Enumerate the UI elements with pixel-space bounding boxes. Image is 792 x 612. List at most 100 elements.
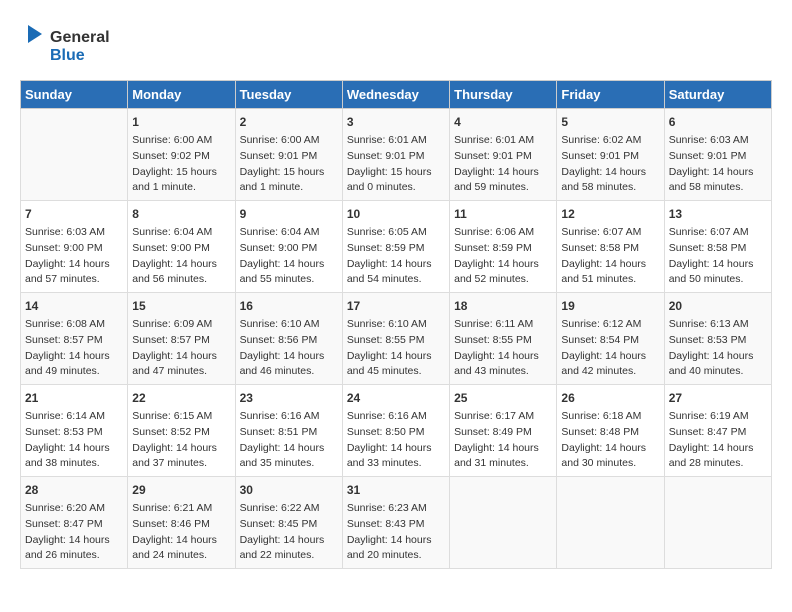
calendar-cell: [21, 109, 128, 201]
days-header-row: SundayMondayTuesdayWednesdayThursdayFrid…: [21, 81, 772, 109]
week-row-3: 14 Sunrise: 6:08 AMSunset: 8:57 PMDayligh…: [21, 293, 772, 385]
calendar-cell: 17 Sunrise: 6:10 AMSunset: 8:55 PMDayligh…: [342, 293, 449, 385]
day-number: 5: [561, 113, 659, 131]
day-number: 4: [454, 113, 552, 131]
day-number: 19: [561, 297, 659, 315]
calendar-cell: 15 Sunrise: 6:09 AMSunset: 8:57 PMDayligh…: [128, 293, 235, 385]
day-info: Sunrise: 6:12 AMSunset: 8:54 PMDaylight:…: [561, 317, 659, 380]
day-info: Sunrise: 6:03 AMSunset: 9:00 PMDaylight:…: [25, 225, 123, 288]
day-info: Sunrise: 6:16 AMSunset: 8:51 PMDaylight:…: [240, 409, 338, 472]
day-header-thursday: Thursday: [450, 81, 557, 109]
day-number: 24: [347, 389, 445, 407]
calendar-cell: [557, 477, 664, 569]
day-header-wednesday: Wednesday: [342, 81, 449, 109]
day-number: 15: [132, 297, 230, 315]
calendar-cell: 10 Sunrise: 6:05 AMSunset: 8:59 PMDayligh…: [342, 201, 449, 293]
day-number: 29: [132, 481, 230, 499]
day-info: Sunrise: 6:15 AMSunset: 8:52 PMDaylight:…: [132, 409, 230, 472]
day-info: Sunrise: 6:13 AMSunset: 8:53 PMDaylight:…: [669, 317, 767, 380]
day-info: Sunrise: 6:19 AMSunset: 8:47 PMDaylight:…: [669, 409, 767, 472]
day-number: 25: [454, 389, 552, 407]
day-info: Sunrise: 6:10 AMSunset: 8:55 PMDaylight:…: [347, 317, 445, 380]
day-number: 14: [25, 297, 123, 315]
calendar-cell: 16Sunrise: 6:10 AMSunset: 8:56 PMDayligh…: [235, 293, 342, 385]
calendar-cell: 18 Sunrise: 6:11 AMSunset: 8:55 PMDayligh…: [450, 293, 557, 385]
day-header-tuesday: Tuesday: [235, 81, 342, 109]
calendar-cell: 5 Sunrise: 6:02 AMSunset: 9:01 PMDaylight…: [557, 109, 664, 201]
day-number: 27: [669, 389, 767, 407]
calendar-cell: 29Sunrise: 6:21 AMSunset: 8:46 PMDayligh…: [128, 477, 235, 569]
calendar-cell: 25 Sunrise: 6:17 AMSunset: 8:49 PMDayligh…: [450, 385, 557, 477]
calendar-cell: 20Sunrise: 6:13 AMSunset: 8:53 PMDayligh…: [664, 293, 771, 385]
day-number: 28: [25, 481, 123, 499]
day-number: 1: [132, 113, 230, 131]
day-number: 30: [240, 481, 338, 499]
day-info: Sunrise: 6:09 AMSunset: 8:57 PMDaylight:…: [132, 317, 230, 380]
logo: GeneralBlue: [20, 20, 140, 70]
calendar-cell: 9Sunrise: 6:04 AMSunset: 9:00 PMDaylight…: [235, 201, 342, 293]
calendar-cell: [664, 477, 771, 569]
day-number: 13: [669, 205, 767, 223]
calendar-cell: 8 Sunrise: 6:04 AMSunset: 9:00 PMDaylight…: [128, 201, 235, 293]
calendar-cell: 22 Sunrise: 6:15 AMSunset: 8:52 PMDayligh…: [128, 385, 235, 477]
day-info: Sunrise: 6:11 AMSunset: 8:55 PMDaylight:…: [454, 317, 552, 380]
day-info: Sunrise: 6:17 AMSunset: 8:49 PMDaylight:…: [454, 409, 552, 472]
calendar-cell: 6 Sunrise: 6:03 AMSunset: 9:01 PMDaylight…: [664, 109, 771, 201]
day-info: Sunrise: 6:05 AMSunset: 8:59 PMDaylight:…: [347, 225, 445, 288]
day-number: 12: [561, 205, 659, 223]
calendar-table: SundayMondayTuesdayWednesdayThursdayFrid…: [20, 80, 772, 569]
day-info: Sunrise: 6:00 AMSunset: 9:02 PMDaylight:…: [132, 133, 230, 196]
day-info: Sunrise: 6:16 AMSunset: 8:50 PMDaylight:…: [347, 409, 445, 472]
logo-svg: GeneralBlue: [20, 20, 140, 70]
calendar-cell: 31 Sunrise: 6:23 AMSunset: 8:43 PMDayligh…: [342, 477, 449, 569]
day-number: 2: [240, 113, 338, 131]
calendar-cell: 7 Sunrise: 6:03 AMSunset: 9:00 PMDaylight…: [21, 201, 128, 293]
day-info: Sunrise: 6:08 AMSunset: 8:57 PMDaylight:…: [25, 317, 123, 380]
day-info: Sunrise: 6:07 AMSunset: 8:58 PMDaylight:…: [669, 225, 767, 288]
calendar-cell: 19 Sunrise: 6:12 AMSunset: 8:54 PMDayligh…: [557, 293, 664, 385]
day-number: 31: [347, 481, 445, 499]
day-number: 8: [132, 205, 230, 223]
day-number: 10: [347, 205, 445, 223]
week-row-1: 1 Sunrise: 6:00 AMSunset: 9:02 PMDaylight…: [21, 109, 772, 201]
day-header-saturday: Saturday: [664, 81, 771, 109]
day-header-monday: Monday: [128, 81, 235, 109]
calendar-cell: 2 Sunrise: 6:00 AMSunset: 9:01 PMDaylight…: [235, 109, 342, 201]
day-header-friday: Friday: [557, 81, 664, 109]
calendar-cell: 26 Sunrise: 6:18 AMSunset: 8:48 PMDayligh…: [557, 385, 664, 477]
calendar-cell: 28 Sunrise: 6:20 AMSunset: 8:47 PMDayligh…: [21, 477, 128, 569]
day-info: Sunrise: 6:20 AMSunset: 8:47 PMDaylight:…: [25, 501, 123, 564]
day-number: 23: [240, 389, 338, 407]
day-info: Sunrise: 6:14 AMSunset: 8:53 PMDaylight:…: [25, 409, 123, 472]
week-row-5: 28 Sunrise: 6:20 AMSunset: 8:47 PMDayligh…: [21, 477, 772, 569]
calendar-cell: 1 Sunrise: 6:00 AMSunset: 9:02 PMDaylight…: [128, 109, 235, 201]
day-info: Sunrise: 6:23 AMSunset: 8:43 PMDaylight:…: [347, 501, 445, 564]
day-header-sunday: Sunday: [21, 81, 128, 109]
calendar-cell: 21 Sunrise: 6:14 AMSunset: 8:53 PMDayligh…: [21, 385, 128, 477]
day-info: Sunrise: 6:00 AMSunset: 9:01 PMDaylight:…: [240, 133, 338, 196]
day-info: Sunrise: 6:04 AMSunset: 9:00 PMDaylight:…: [132, 225, 230, 288]
day-number: 3: [347, 113, 445, 131]
calendar-cell: 13 Sunrise: 6:07 AMSunset: 8:58 PMDayligh…: [664, 201, 771, 293]
day-number: 22: [132, 389, 230, 407]
day-number: 7: [25, 205, 123, 223]
calendar-cell: 27 Sunrise: 6:19 AMSunset: 8:47 PMDayligh…: [664, 385, 771, 477]
day-info: Sunrise: 6:18 AMSunset: 8:48 PMDaylight:…: [561, 409, 659, 472]
day-number: 18: [454, 297, 552, 315]
calendar-cell: 3Sunrise: 6:01 AMSunset: 9:01 PMDaylight…: [342, 109, 449, 201]
calendar-cell: 14 Sunrise: 6:08 AMSunset: 8:57 PMDayligh…: [21, 293, 128, 385]
page-header: GeneralBlue: [20, 20, 772, 70]
day-info: Sunrise: 6:06 AMSunset: 8:59 PMDaylight:…: [454, 225, 552, 288]
day-number: 26: [561, 389, 659, 407]
day-info: Sunrise: 6:03 AMSunset: 9:01 PMDaylight:…: [669, 133, 767, 196]
week-row-2: 7 Sunrise: 6:03 AMSunset: 9:00 PMDaylight…: [21, 201, 772, 293]
day-info: Sunrise: 6:02 AMSunset: 9:01 PMDaylight:…: [561, 133, 659, 196]
day-number: 17: [347, 297, 445, 315]
week-row-4: 21 Sunrise: 6:14 AMSunset: 8:53 PMDayligh…: [21, 385, 772, 477]
day-info: Sunrise: 6:01 AMSunset: 9:01 PMDaylight:…: [454, 133, 552, 196]
day-number: 21: [25, 389, 123, 407]
calendar-cell: 30Sunrise: 6:22 AMSunset: 8:45 PMDayligh…: [235, 477, 342, 569]
day-number: 6: [669, 113, 767, 131]
calendar-cell: 12Sunrise: 6:07 AMSunset: 8:58 PMDayligh…: [557, 201, 664, 293]
svg-text:General: General: [50, 29, 110, 46]
